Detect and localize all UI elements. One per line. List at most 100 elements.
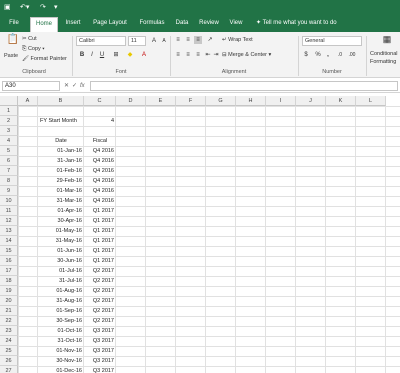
increase-font-icon[interactable]: A — [150, 37, 158, 45]
orientation-icon[interactable]: ↗ — [206, 36, 214, 44]
fiscal-cell[interactable]: Q3 2017 — [84, 336, 116, 346]
date-cell[interactable]: 01-Oct-16 — [38, 326, 84, 336]
tab-home[interactable]: Home — [30, 17, 58, 32]
fiscal-cell[interactable]: Q4 2016 — [84, 176, 116, 186]
fiscal-cell[interactable]: Q2 2017 — [84, 286, 116, 296]
row-header-14[interactable]: 14 — [0, 236, 18, 246]
date-cell[interactable]: 31-Jan-16 — [38, 156, 84, 166]
date-cell[interactable]: 01-Jun-16 — [38, 246, 84, 256]
fiscal-cell[interactable]: Q2 2017 — [84, 276, 116, 286]
column-header-h[interactable]: H — [236, 96, 266, 106]
date-cell[interactable]: 30-Jun-16 — [38, 256, 84, 266]
wrap-text-button[interactable]: ↵ Wrap Text — [222, 36, 253, 44]
decrease-decimal-icon[interactable]: .00 — [348, 51, 356, 59]
row-header-11[interactable]: 11 — [0, 206, 18, 216]
date-cell[interactable]: 01-May-16 — [38, 226, 84, 236]
fiscal-cell[interactable]: Q1 2017 — [84, 246, 116, 256]
increase-decimal-icon[interactable]: .0 — [336, 51, 344, 59]
row-header-9[interactable]: 9 — [0, 186, 18, 196]
row-header-19[interactable]: 19 — [0, 286, 18, 296]
enter-icon[interactable]: ✓ — [72, 81, 77, 91]
column-header-c[interactable]: C — [84, 96, 116, 106]
paste-icon[interactable]: 📋 — [6, 35, 20, 50]
fiscal-cell[interactable]: Q1 2017 — [84, 216, 116, 226]
tell-me-box[interactable]: ✦ Tell me what you want to do — [256, 17, 337, 30]
conditional-formatting-icon[interactable]: ▦ — [380, 35, 394, 47]
date-cell[interactable]: 01-Apr-16 — [38, 206, 84, 216]
tab-data[interactable]: Data — [172, 17, 192, 32]
save-icon[interactable]: ▣ — [4, 2, 11, 13]
row-header-21[interactable]: 21 — [0, 306, 18, 316]
comma-button[interactable]: , — [324, 51, 332, 59]
worksheet-grid[interactable]: ABCDEFGHIJKL 1 2 3 4 5 6 7 8 9 10 11 12 13 14 15 16 17 18… — [0, 96, 400, 373]
align-center-icon[interactable]: ≡ — [184, 51, 192, 59]
fiscal-cell[interactable]: Q4 2016 — [84, 186, 116, 196]
date-column-header[interactable]: Date — [38, 136, 84, 146]
date-cell[interactable]: 01-Aug-16 — [38, 286, 84, 296]
column-header-d[interactable]: D — [116, 96, 146, 106]
tab-view[interactable]: View — [226, 17, 246, 32]
row-header-23[interactable]: 23 — [0, 326, 18, 336]
row-header-26[interactable]: 26 — [0, 356, 18, 366]
fiscal-cell[interactable]: Q3 2017 — [84, 326, 116, 336]
row-header-17[interactable]: 17 — [0, 266, 18, 276]
align-middle-icon[interactable]: ≡ — [184, 36, 192, 44]
column-header-l[interactable]: L — [356, 96, 386, 106]
row-header-3[interactable]: 3 — [0, 126, 18, 136]
formula-input[interactable] — [90, 81, 398, 91]
decrease-indent-icon[interactable]: ⇤ — [204, 51, 212, 59]
fiscal-cell[interactable]: Q3 2017 — [84, 366, 116, 373]
date-cell[interactable]: 31-Mar-16 — [38, 196, 84, 206]
percent-button[interactable]: % — [314, 51, 322, 59]
date-cell[interactable]: 31-Aug-16 — [38, 296, 84, 306]
row-header-20[interactable]: 20 — [0, 296, 18, 306]
fiscal-cell[interactable]: Q3 2017 — [84, 356, 116, 366]
tab-file[interactable]: File — [4, 17, 24, 32]
row-header-24[interactable]: 24 — [0, 336, 18, 346]
row-header-10[interactable]: 10 — [0, 196, 18, 206]
row-header-2[interactable]: 2 — [0, 116, 18, 126]
row-header-25[interactable]: 25 — [0, 346, 18, 356]
currency-button[interactable]: $ — [302, 51, 310, 59]
row-header-6[interactable]: 6 — [0, 156, 18, 166]
date-cell[interactable]: 01-Dec-16 — [38, 366, 84, 373]
row-header-16[interactable]: 16 — [0, 256, 18, 266]
merge-center-button[interactable]: ⊟ Merge & Center ▾ — [222, 51, 271, 59]
fiscal-cell[interactable]: Q2 2017 — [84, 306, 116, 316]
fy-start-month-value[interactable]: 4 — [84, 116, 116, 126]
tab-review[interactable]: Review — [196, 17, 222, 32]
fiscal-cell[interactable]: Q3 2017 — [84, 346, 116, 356]
column-header-g[interactable]: G — [206, 96, 236, 106]
fiscal-cell[interactable]: Q4 2016 — [84, 196, 116, 206]
date-cell[interactable]: 01-Jul-16 — [38, 266, 84, 276]
fiscal-cell[interactable]: Q2 2017 — [84, 316, 116, 326]
date-cell[interactable]: 31-May-16 — [38, 236, 84, 246]
align-top-icon[interactable]: ≡ — [174, 36, 182, 44]
align-right-icon[interactable]: ≡ — [194, 51, 202, 59]
align-bottom-icon[interactable]: ≡ — [194, 36, 202, 44]
bold-button[interactable]: B — [78, 51, 86, 59]
align-left-icon[interactable]: ≡ — [174, 51, 182, 59]
qat-customize-icon[interactable]: ▾ — [54, 2, 58, 13]
row-header-22[interactable]: 22 — [0, 316, 18, 326]
date-cell[interactable]: 01-Nov-16 — [38, 346, 84, 356]
copy-button[interactable]: ⎘ Copy ▾ — [22, 45, 45, 53]
row-header-1[interactable]: 1 — [0, 106, 18, 116]
font-size-select[interactable]: 11 — [128, 36, 146, 46]
fiscal-column-header[interactable]: Fiscal — [84, 136, 116, 146]
borders-icon[interactable]: ⊞ — [112, 51, 120, 59]
column-header-j[interactable]: J — [296, 96, 326, 106]
column-header-k[interactable]: K — [326, 96, 356, 106]
fiscal-cell[interactable]: Q4 2016 — [84, 156, 116, 166]
row-header-27[interactable]: 27 — [0, 366, 18, 373]
date-cell[interactable]: 01-Mar-16 — [38, 186, 84, 196]
column-header-b[interactable]: B — [38, 96, 84, 106]
date-cell[interactable]: 29-Feb-16 — [38, 176, 84, 186]
column-header-e[interactable]: E — [146, 96, 176, 106]
row-header-18[interactable]: 18 — [0, 276, 18, 286]
date-cell[interactable]: 30-Sep-16 — [38, 316, 84, 326]
underline-button[interactable]: U — [98, 51, 106, 59]
date-cell[interactable]: 31-Jul-16 — [38, 276, 84, 286]
tab-insert[interactable]: Insert — [60, 17, 86, 32]
number-format-select[interactable]: General — [302, 36, 362, 46]
